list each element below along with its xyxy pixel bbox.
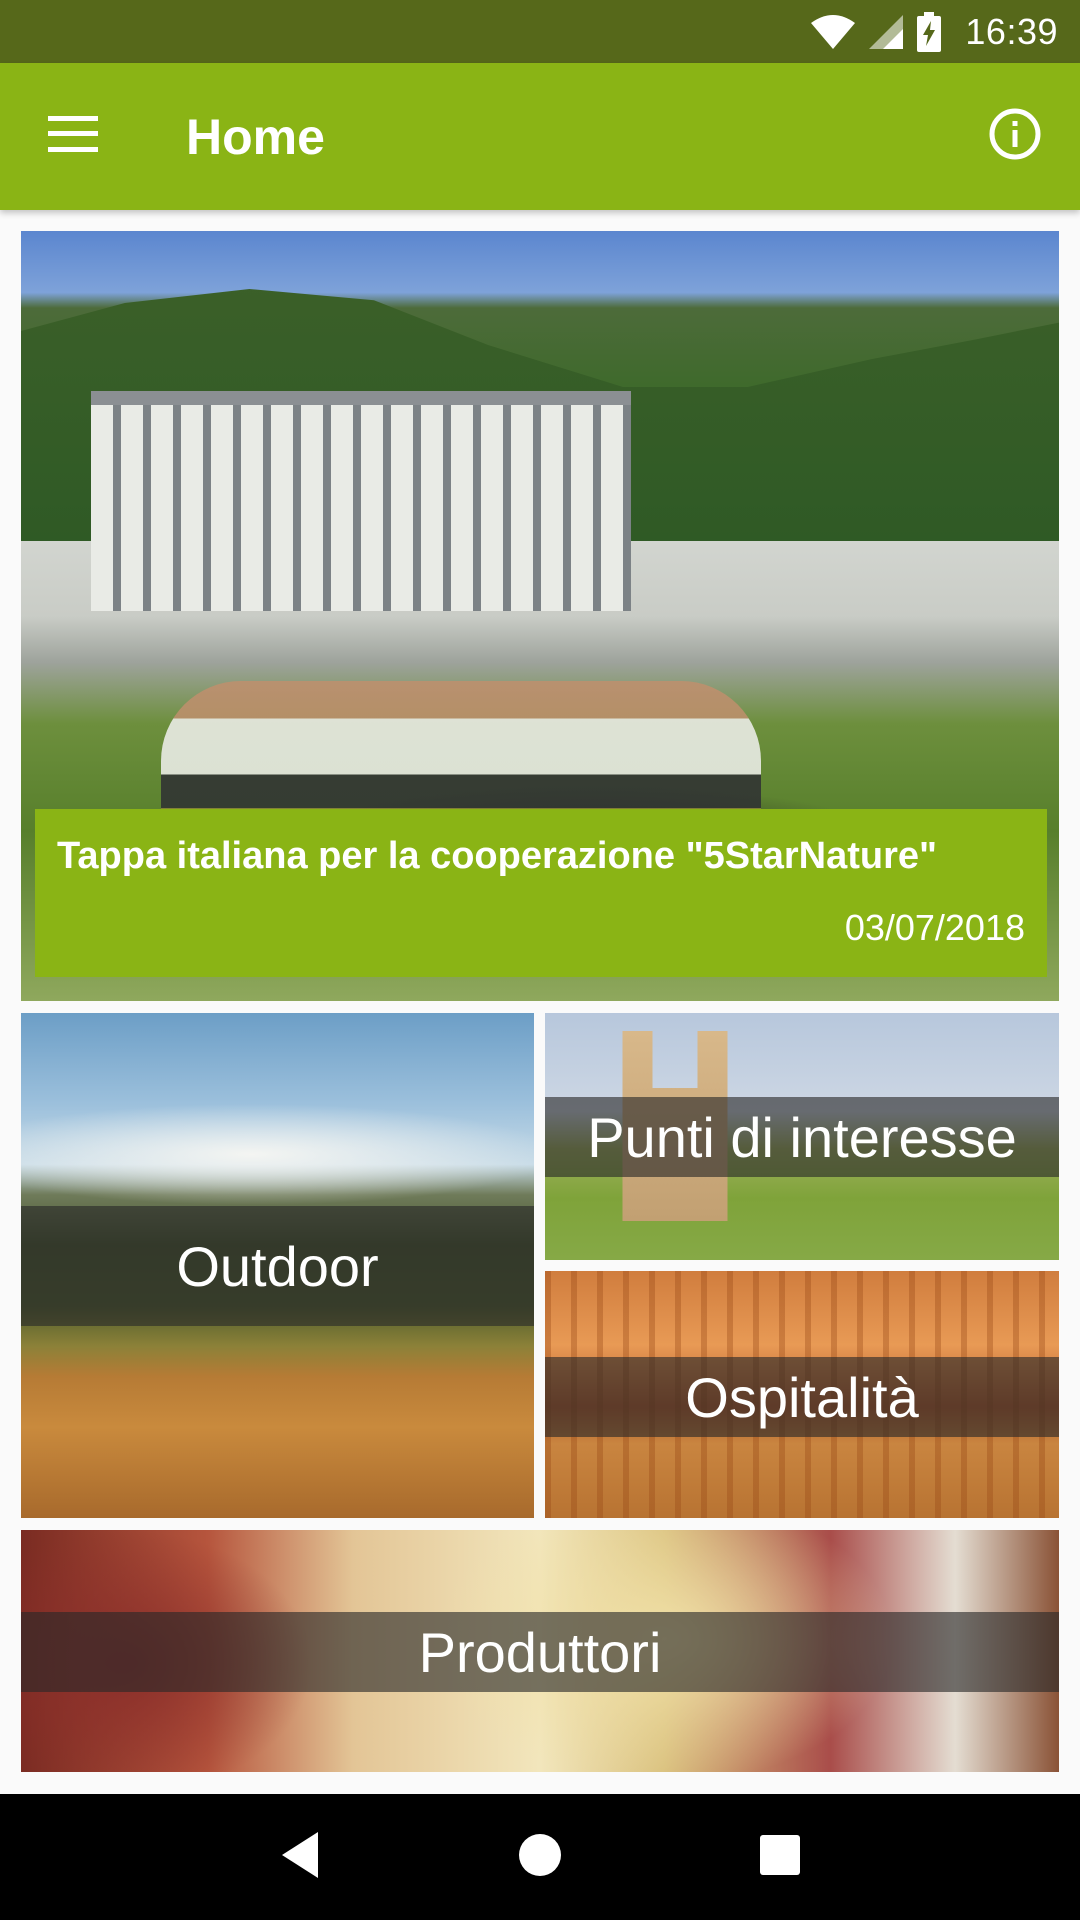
nav-home-button[interactable] <box>500 1817 580 1897</box>
hamburger-menu-icon <box>48 116 98 157</box>
wifi-icon <box>811 14 856 49</box>
app-bar: Home <box>0 63 1080 210</box>
status-bar: 16:39 <box>0 0 1080 63</box>
tile-hospitality[interactable]: Ospitalità <box>545 1271 1059 1518</box>
cell-signal-icon <box>869 14 904 49</box>
tile-outdoor[interactable]: Outdoor <box>21 1013 534 1518</box>
page-title: Home <box>186 108 325 165</box>
info-icon <box>988 107 1042 166</box>
news-date: 03/07/2018 <box>844 907 1025 948</box>
tile-points-of-interest[interactable]: Punti di interesse <box>545 1013 1059 1260</box>
system-nav-bar <box>0 1794 1080 1920</box>
recents-icon <box>760 1834 800 1880</box>
back-icon <box>278 1830 322 1885</box>
nav-recents-button[interactable] <box>740 1817 820 1897</box>
tile-producers[interactable]: Produttori <box>21 1530 1059 1772</box>
home-icon <box>517 1832 563 1883</box>
battery-charging-icon <box>917 11 942 52</box>
tile-producers-label: Produttori <box>21 1612 1059 1692</box>
tile-points-of-interest-label: Punti di interesse <box>545 1097 1059 1177</box>
tile-outdoor-label: Outdoor <box>21 1206 534 1326</box>
status-time: 16:39 <box>965 10 1058 52</box>
news-photo-building <box>91 391 631 611</box>
news-caption: Tappa italiana per la cooperazione "5Sta… <box>35 809 1047 977</box>
menu-button[interactable] <box>38 102 108 172</box>
info-button[interactable] <box>980 102 1050 172</box>
tile-hospitality-label: Ospitalità <box>545 1357 1059 1437</box>
news-title: Tappa italiana per la cooperazione "5Sta… <box>57 835 938 877</box>
news-card[interactable]: Tappa italiana per la cooperazione "5Sta… <box>21 231 1059 1001</box>
nav-back-button[interactable] <box>260 1817 340 1897</box>
